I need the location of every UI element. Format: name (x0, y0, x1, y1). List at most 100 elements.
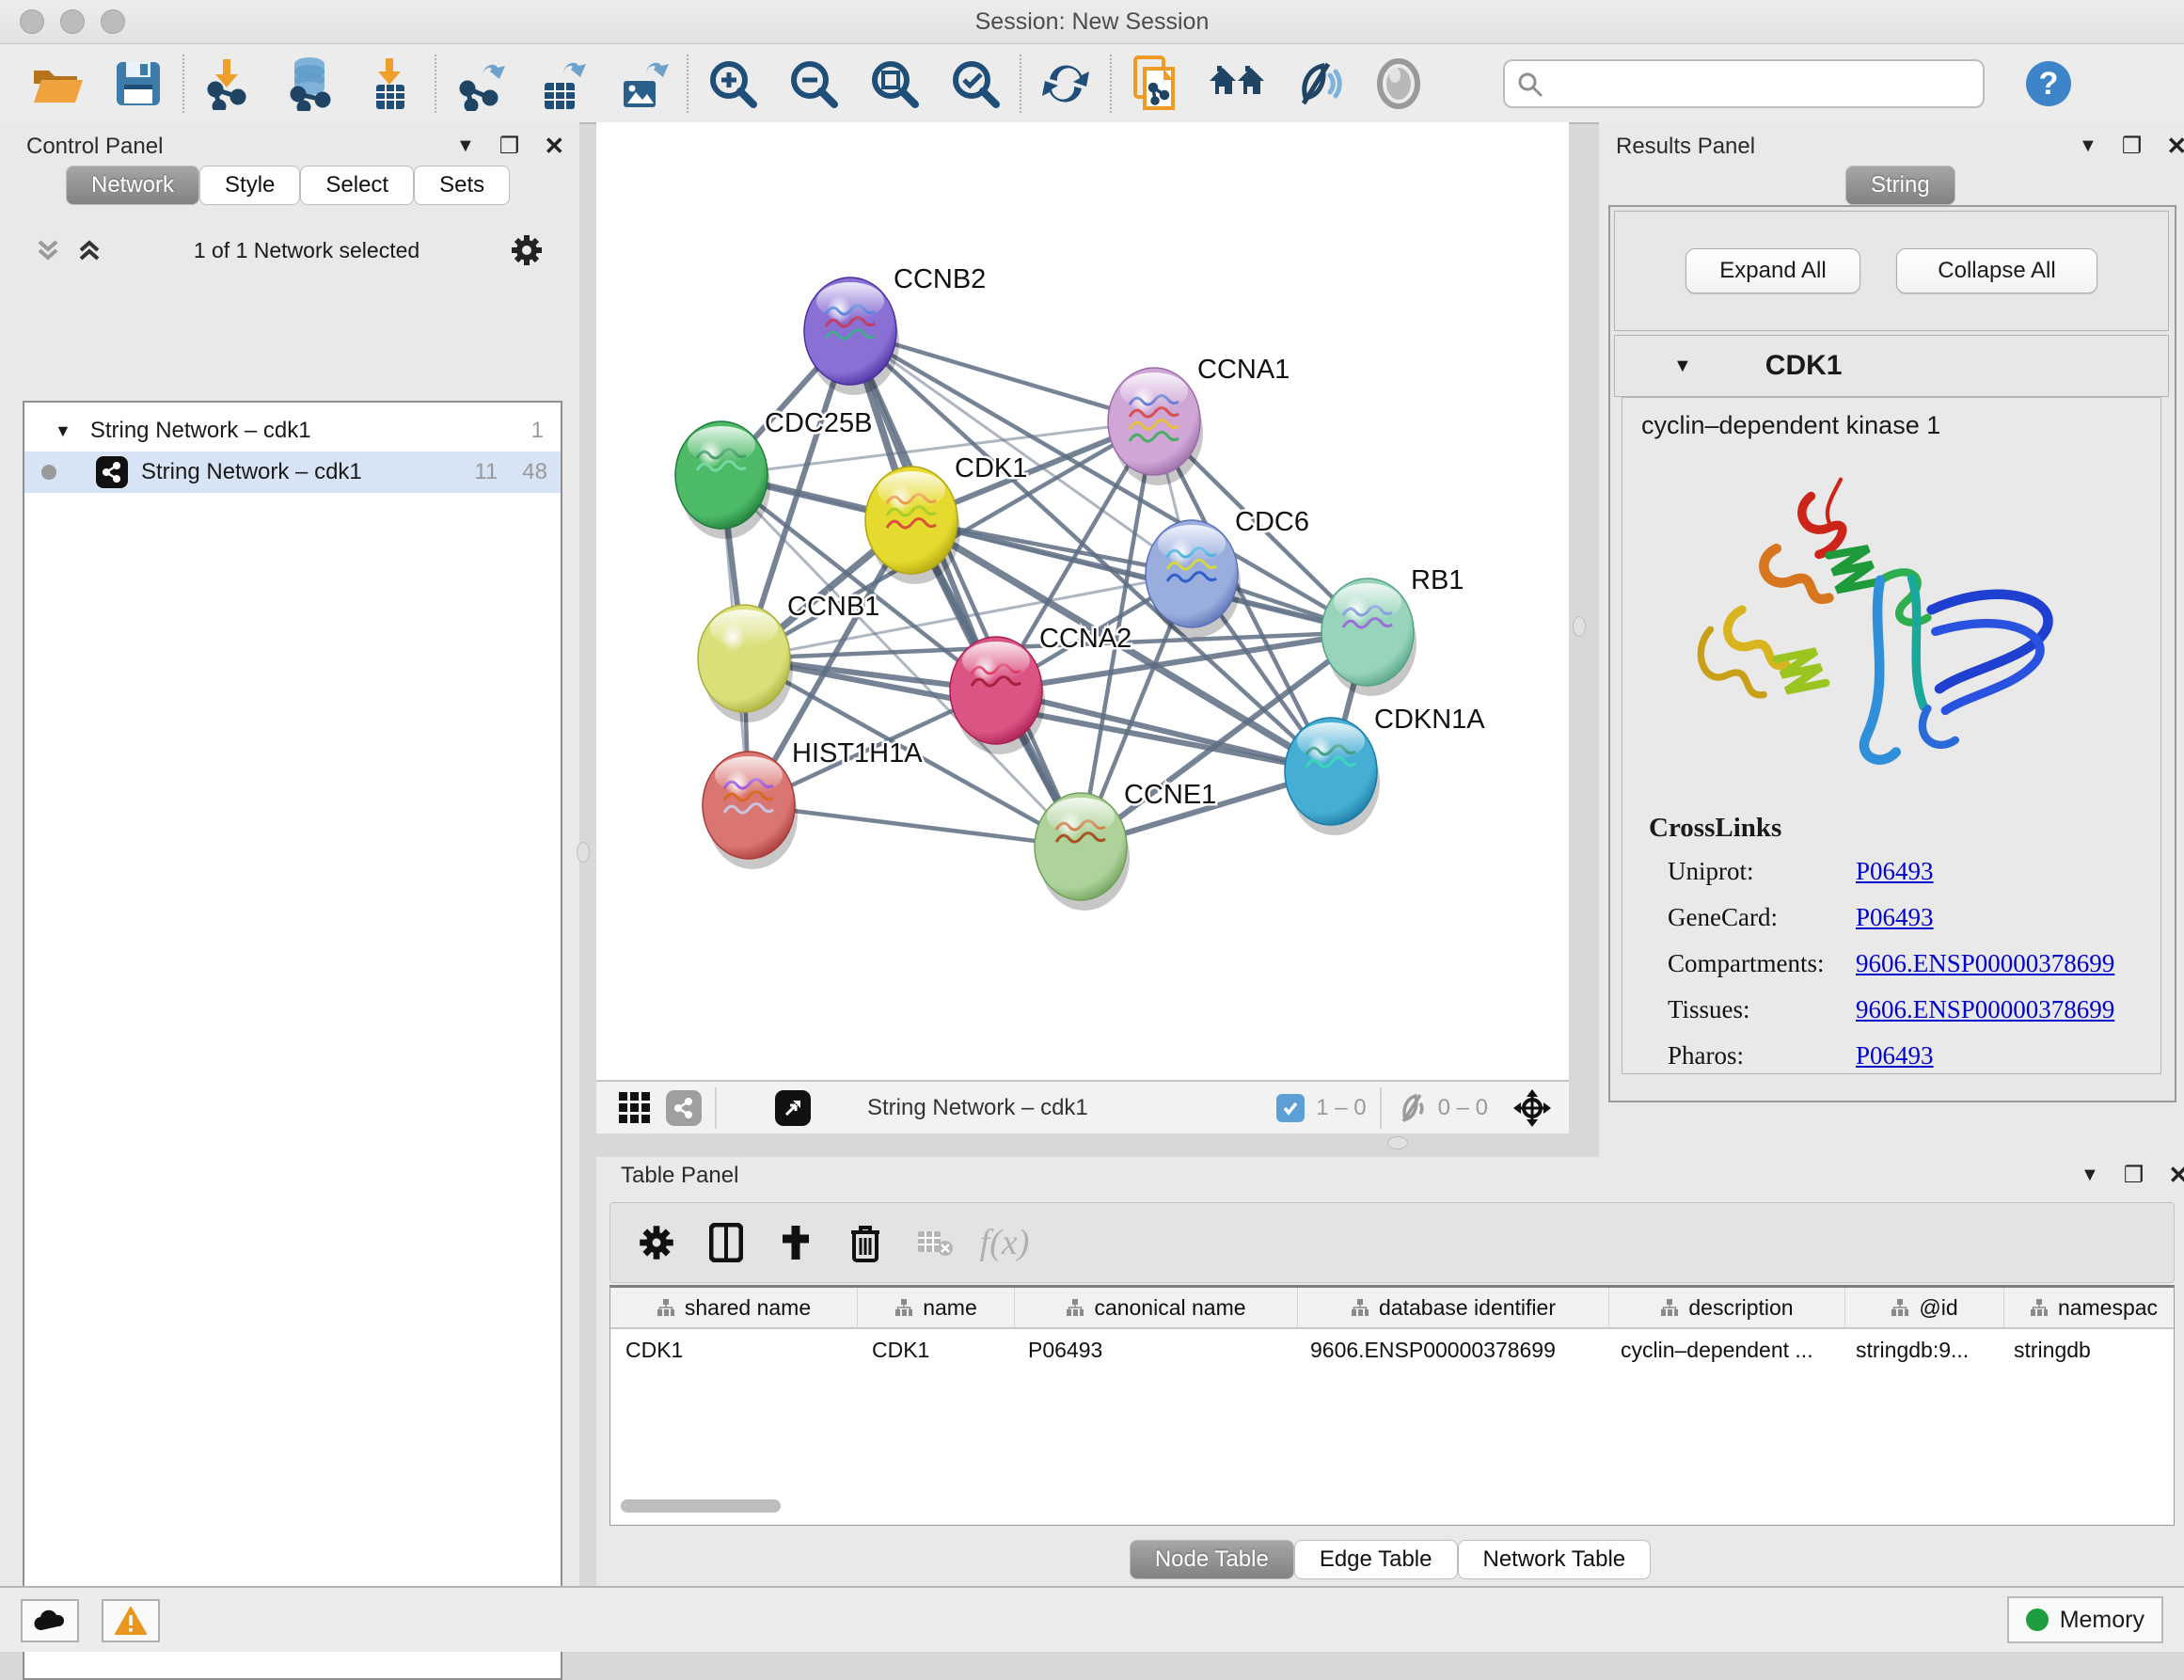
show-homes-button[interactable] (1196, 51, 1277, 117)
zoom-selected-button[interactable] (935, 51, 1016, 117)
table-cell[interactable]: cyclin–dependent ... (1606, 1329, 1841, 1371)
trash-icon (849, 1223, 881, 1262)
column-header-canonical-name[interactable]: canonical name (1015, 1288, 1298, 1327)
table-cell[interactable]: CDK1 (857, 1329, 1013, 1371)
memory-button[interactable]: Memory (2007, 1596, 2163, 1643)
network-node-CCNE1[interactable]: CCNE1 (1035, 780, 1216, 911)
import-network-icon (202, 57, 255, 110)
network-node-CDK1[interactable]: CDK1 (865, 453, 1027, 584)
column-header-shared-name[interactable]: shared name (610, 1288, 858, 1327)
open-session-button[interactable] (17, 51, 98, 117)
table-panel-menu-icon[interactable]: ▼ (2081, 1165, 2099, 1186)
help-button[interactable]: ? (2024, 59, 2073, 108)
export-image-button[interactable] (602, 51, 683, 117)
column-type-icon (657, 1298, 675, 1317)
results-panel-menu-icon[interactable]: ▼ (2079, 135, 2097, 157)
collection-expand-triangle-icon[interactable]: ▼ (55, 421, 71, 441)
table-toolbar: f(x) (609, 1202, 2175, 1283)
column-header--id[interactable]: @id (1845, 1288, 2004, 1327)
export-network-button[interactable] (440, 51, 521, 117)
save-session-button[interactable] (98, 51, 179, 117)
import-network-from-file-button[interactable] (188, 51, 269, 117)
network-node-CCNB1[interactable]: CCNB1 (698, 592, 879, 722)
table-cell[interactable]: P06493 (1013, 1329, 1295, 1371)
tab-edge-table[interactable]: Edge Table (1294, 1540, 1458, 1579)
network-node-RB1[interactable]: RB1 (1321, 565, 1464, 696)
table-horizontal-scrollbar[interactable] (621, 1499, 2161, 1516)
column-header-name[interactable]: name (858, 1288, 1015, 1327)
network-options-gear-icon[interactable] (510, 233, 544, 267)
collapse-all-chevrons-icon[interactable] (34, 236, 62, 264)
tab-string[interactable]: String (1845, 166, 1955, 205)
delete-columns-button[interactable] (831, 1210, 900, 1276)
network-node-CCNA2[interactable]: CCNA2 (950, 624, 1132, 754)
results-panel-close-icon[interactable]: ✕ (2166, 132, 2184, 161)
hide-selected-button[interactable] (1277, 51, 1358, 117)
network-canvas[interactable]: CCNB2CCNA1CDC25BCDK1CDC6RB1CCNB1CCNA2CDK… (596, 122, 1569, 1080)
tab-network[interactable]: Network (66, 166, 199, 205)
show-columns-button[interactable] (691, 1210, 761, 1276)
table-panel-float-icon[interactable]: ❐ (2124, 1162, 2144, 1189)
zoom-out-button[interactable] (773, 51, 854, 117)
network-node-HIST1H1A[interactable]: HIST1H1A (703, 738, 923, 869)
crosslink-genecard-link[interactable]: P06493 (1856, 903, 1934, 932)
table-cell[interactable]: stringdb:9... (1841, 1329, 1999, 1371)
expand-all-button[interactable]: Expand All (1685, 248, 1860, 293)
tab-select[interactable]: Select (300, 166, 414, 205)
birdseye-view-icon[interactable] (775, 1090, 811, 1126)
column-header-description[interactable]: description (1609, 1288, 1845, 1327)
table-options-button[interactable] (622, 1210, 691, 1276)
table-cell[interactable]: stringdb (1999, 1329, 2175, 1371)
network-edge-CCNB2-CCNE1[interactable] (850, 331, 1081, 847)
column-header-database-identifier[interactable]: database identifier (1298, 1288, 1609, 1327)
collapse-all-button[interactable]: Collapse All (1896, 248, 2097, 293)
string-view-icon[interactable] (666, 1090, 702, 1126)
tab-sets[interactable]: Sets (414, 166, 510, 205)
left-splitter-handle[interactable] (577, 842, 590, 863)
apply-layout-button[interactable] (1025, 51, 1106, 117)
protein-expand-triangle-icon[interactable]: ▼ (1673, 356, 1692, 377)
scrollbar-thumb[interactable] (621, 1499, 781, 1513)
crosslink-compartments-link[interactable]: 9606.ENSP00000378699 (1856, 949, 2114, 978)
export-table-button[interactable] (521, 51, 602, 117)
crosslink-pharos-link[interactable]: P06493 (1856, 1041, 1934, 1070)
control-panel-menu-icon[interactable]: ▼ (456, 135, 475, 157)
network-edge-CCNE1-HIST1H1A[interactable] (749, 805, 1081, 847)
create-column-button[interactable] (761, 1210, 831, 1276)
column-header-namespac[interactable]: namespac (2004, 1288, 2175, 1327)
gray-sphere-button[interactable] (1358, 51, 1439, 117)
network-node-CDKN1A[interactable]: CDKN1A (1285, 705, 1485, 835)
table-panel-close-icon[interactable]: ✕ (2168, 1161, 2184, 1190)
import-table-icon (365, 56, 416, 111)
network-node-CDC6[interactable]: CDC6 (1146, 507, 1309, 638)
network-collection-row[interactable]: ▼ String Network – cdk1 1 (24, 410, 561, 452)
zoom-in-button[interactable] (692, 51, 773, 117)
selected-checkbox-icon[interactable] (1276, 1094, 1305, 1122)
grid-view-icon[interactable] (617, 1090, 653, 1126)
warnings-button[interactable] (102, 1599, 160, 1642)
crosslink-uniprot-link[interactable]: P06493 (1856, 857, 1934, 886)
tab-network-table[interactable]: Network Table (1458, 1540, 1652, 1579)
table-cell[interactable]: CDK1 (610, 1329, 857, 1371)
import-network-from-database-button[interactable] (269, 51, 350, 117)
tab-style[interactable]: Style (199, 166, 300, 205)
network-node-CCNB2[interactable]: CCNB2 (804, 264, 986, 395)
table-row[interactable]: CDK1CDK1P064939606.ENSP00000378699cyclin… (610, 1329, 2174, 1371)
right-splitter-handle[interactable] (1573, 616, 1586, 637)
pan-crosshair-icon[interactable] (1512, 1088, 1552, 1128)
table-cell[interactable]: 9606.ENSP00000378699 (1295, 1329, 1606, 1371)
horizontal-splitter-handle[interactable] (1387, 1136, 1408, 1149)
zoom-fit-button[interactable] (854, 51, 935, 117)
expand-all-chevrons-icon[interactable] (75, 236, 103, 264)
crosslink-tissues-link[interactable]: 9606.ENSP00000378699 (1856, 995, 2114, 1024)
control-panel-close-icon[interactable]: ✕ (544, 132, 564, 161)
import-table-from-file-button[interactable] (350, 51, 431, 117)
network-row[interactable]: String Network – cdk1 11 48 (24, 452, 561, 493)
network-node-CDC25B[interactable]: CDC25B (675, 408, 872, 539)
cloud-status-button[interactable] (21, 1599, 79, 1642)
control-panel-float-icon[interactable]: ❐ (499, 133, 520, 160)
search-input[interactable] (1503, 59, 1985, 108)
clipboard-networks-button[interactable] (1116, 51, 1196, 117)
results-panel-float-icon[interactable]: ❐ (2122, 133, 2143, 160)
tab-node-table[interactable]: Node Table (1130, 1540, 1294, 1579)
